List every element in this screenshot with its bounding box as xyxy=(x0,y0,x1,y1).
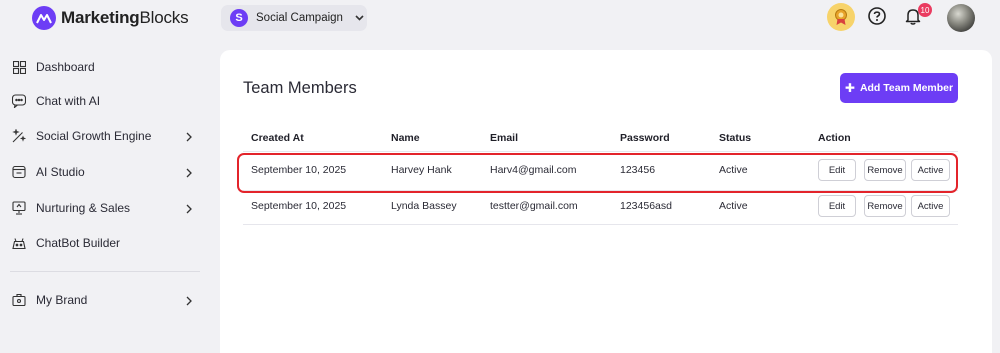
sidebar-item-chatbot-builder[interactable]: ChatBot Builder xyxy=(12,231,200,255)
sidebar-item-label: My Brand xyxy=(36,293,88,307)
header-divider xyxy=(243,151,958,152)
cell-status: Active xyxy=(719,200,748,212)
sidebar-item-label: AI Studio xyxy=(36,165,85,179)
page-title: Team Members xyxy=(243,79,357,97)
top-bar: MarketingBlocks S Social Campaign 10 xyxy=(0,0,1000,38)
sidebar-item-dashboard[interactable]: Dashboard xyxy=(12,55,200,79)
briefcase-icon xyxy=(12,293,26,307)
active-button[interactable]: Active xyxy=(911,159,950,181)
sidebar-item-label: Chat with AI xyxy=(36,94,101,108)
chat-icon xyxy=(12,94,26,108)
cell-email: Harv4@gmail.com xyxy=(490,164,577,176)
campaign-selector[interactable]: S Social Campaign xyxy=(221,5,367,31)
grid-icon xyxy=(12,60,26,74)
bot-icon xyxy=(12,236,26,250)
sidebar: Dashboard Chat with AI Social Growth Eng… xyxy=(0,44,205,353)
column-header-action: Action xyxy=(818,132,851,144)
marketingblocks-logo-icon xyxy=(32,6,56,30)
chevron-down-icon xyxy=(355,15,364,21)
sidebar-item-chat-with-ai[interactable]: Chat with AI xyxy=(12,89,200,113)
sidebar-item-social-growth-engine[interactable]: Social Growth Engine xyxy=(12,124,200,148)
chevron-right-icon xyxy=(186,293,192,311)
column-header-created-at: Created At xyxy=(251,132,304,144)
team-members-panel: Team Members ✚ Add Team Member Created A… xyxy=(220,50,992,353)
cell-name: Lynda Bassey xyxy=(391,200,457,212)
add-team-member-label: Add Team Member xyxy=(859,82,954,94)
sidebar-item-my-brand[interactable]: My Brand xyxy=(12,288,200,312)
campaign-avatar: S xyxy=(230,9,248,27)
user-avatar[interactable] xyxy=(947,4,975,32)
column-header-password: Password xyxy=(620,132,670,144)
cell-created-at: September 10, 2025 xyxy=(251,164,347,176)
sidebar-item-nurturing-sales[interactable]: Nurturing & Sales xyxy=(12,196,200,220)
cell-name: Harvey Hank xyxy=(391,164,452,176)
active-button[interactable]: Active xyxy=(911,195,950,217)
brand-name: MarketingBlocks xyxy=(61,8,189,27)
monitor-icon xyxy=(12,201,26,215)
cell-status: Active xyxy=(719,164,748,176)
remove-button[interactable]: Remove xyxy=(864,195,906,217)
cell-password: 123456 xyxy=(620,164,656,176)
sidebar-divider xyxy=(10,271,200,272)
cell-created-at: September 10, 2025 xyxy=(251,200,347,212)
sidebar-item-label: Social Growth Engine xyxy=(36,129,152,143)
edit-button[interactable]: Edit xyxy=(818,159,856,181)
cell-password: 123456asd xyxy=(620,200,672,212)
award-badge-icon[interactable] xyxy=(827,3,855,31)
row-divider xyxy=(243,224,958,225)
row-divider xyxy=(243,190,958,191)
sidebar-item-label: ChatBot Builder xyxy=(36,236,121,250)
brand-logo-link[interactable]: MarketingBlocks xyxy=(32,6,189,30)
remove-button[interactable]: Remove xyxy=(864,159,906,181)
column-header-status: Status xyxy=(719,132,752,144)
sidebar-item-label: Dashboard xyxy=(36,60,95,74)
magic-wand-icon xyxy=(12,129,26,143)
sidebar-item-ai-studio[interactable]: AI Studio xyxy=(12,160,200,184)
sidebar-item-label: Nurturing & Sales xyxy=(36,201,131,215)
column-header-email: Email xyxy=(490,132,519,144)
help-icon[interactable] xyxy=(867,6,887,31)
chevron-right-icon xyxy=(186,165,192,183)
plus-icon: ✚ xyxy=(844,81,855,95)
edit-button[interactable]: Edit xyxy=(818,195,856,217)
chevron-right-icon xyxy=(186,201,192,219)
cell-email: testter@gmail.com xyxy=(490,200,578,212)
ai-studio-icon xyxy=(12,165,26,179)
add-team-member-button[interactable]: ✚ Add Team Member xyxy=(840,73,958,103)
notification-count-badge: 10 xyxy=(918,3,932,17)
column-header-name: Name xyxy=(391,132,420,144)
campaign-label: Social Campaign xyxy=(256,12,343,24)
chevron-right-icon xyxy=(186,129,192,147)
